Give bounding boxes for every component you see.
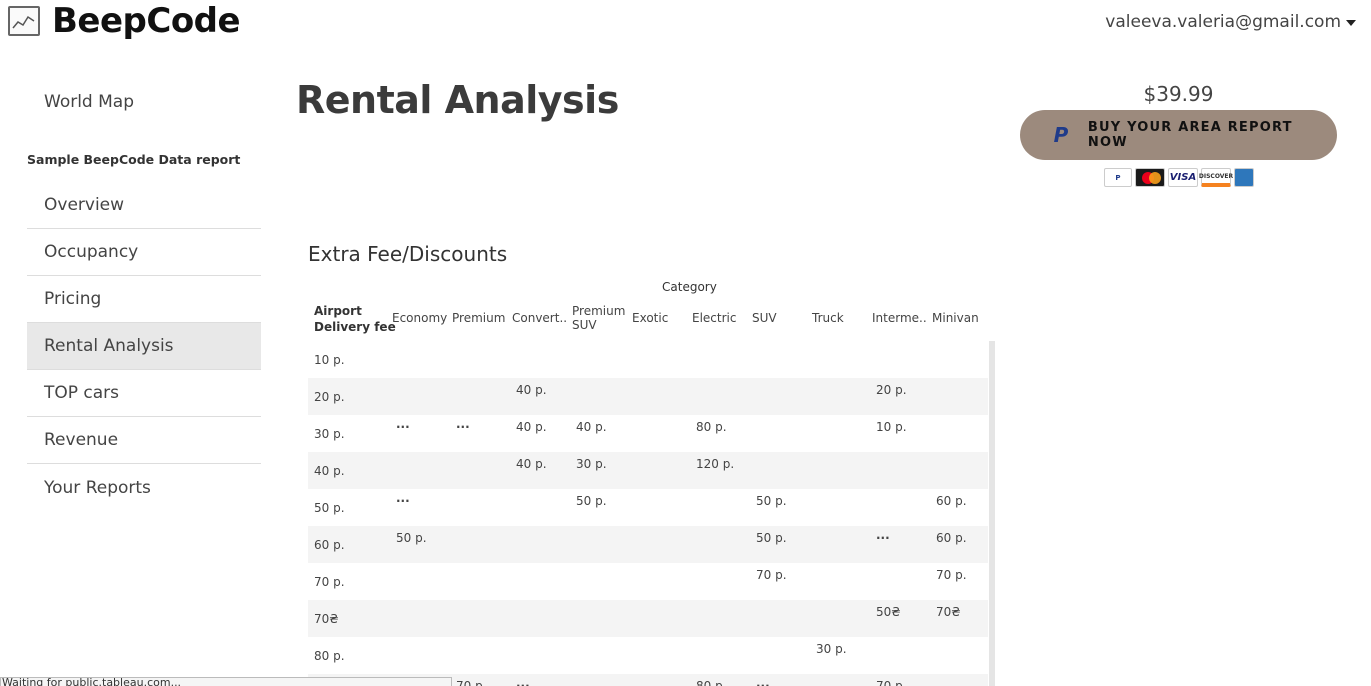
table-cell[interactable]: 50₴ (876, 605, 901, 619)
row-label: 30 p. (314, 427, 345, 441)
table-cell[interactable]: 60 p. (936, 531, 967, 545)
table-cell[interactable]: 70 p. (756, 568, 787, 582)
sidebar-nav: Overview Occupancy Pricing Rental Analys… (27, 182, 261, 511)
crosstab-table[interactable]: 10 p. 20 p. 40 p. 20 p. 30 p....... 40 p. 40 p… (308, 341, 988, 686)
table-cell[interactable]: ... (876, 528, 890, 542)
column-group-label: Category (662, 280, 717, 294)
brand-logo[interactable]: BeepCode (8, 1, 241, 41)
table-cell[interactable]: 70 p. (456, 679, 487, 686)
column-header: Truck (812, 311, 844, 325)
table-row: 40 p. 40 p. 30 p. 120 p. (308, 452, 988, 489)
table-cell[interactable]: 50 p. (756, 494, 787, 508)
column-header: Electric (692, 311, 737, 325)
table-cell[interactable]: 60 p. (936, 494, 967, 508)
row-label: 40 p. (314, 464, 345, 478)
row-label: 70 p. (314, 575, 345, 589)
table-cell[interactable]: 40 p. (516, 383, 547, 397)
user-menu[interactable]: valeeva.valeria@gmail.com (1105, 12, 1356, 32)
table-cell[interactable]: 10 p. (876, 420, 907, 434)
table-cell[interactable]: ... (516, 676, 530, 686)
row-label: 60 p. (314, 538, 345, 552)
column-header: Exotic (632, 311, 669, 325)
brand-name: BeepCode (52, 1, 241, 41)
table-row: 60 p. 50 p. 50 p.... 60 p. (308, 526, 988, 563)
row-header: Airport Delivery fee (314, 303, 396, 335)
row-label: 10 p. (314, 353, 345, 367)
table-cell[interactable]: 30 p. (576, 457, 607, 471)
sidebar-item-revenue[interactable]: Revenue (27, 417, 261, 464)
chart-icon (8, 6, 40, 36)
table-cell[interactable]: 70 p. (876, 679, 907, 686)
table-cell[interactable]: 80 p. (696, 420, 727, 434)
table-cell[interactable]: 70₴ (936, 605, 961, 619)
page-title: Rental Analysis (296, 78, 619, 122)
paypal-card-icon: P (1104, 168, 1132, 187)
report-price: $39.99 (1143, 82, 1214, 106)
sidebar-item-occupancy[interactable]: Occupancy (27, 229, 261, 276)
table-cell[interactable]: 120 p. (696, 457, 734, 471)
column-header: Premium (452, 311, 506, 325)
table-row: 70 p. 70 p. 70 p. (308, 563, 988, 600)
visa-icon: VISA (1168, 168, 1198, 187)
column-header: Economy (392, 311, 448, 325)
table-row: 50 p.... 50 p. 50 p. 60 p. (308, 489, 988, 526)
nav-world-map[interactable]: World Map (44, 92, 134, 112)
row-label: 50 p. (314, 501, 345, 515)
table-row: 70₴ 50₴ 70₴ (308, 600, 988, 637)
row-label: 80 p. (314, 649, 345, 663)
vertical-scrollbar[interactable] (989, 341, 995, 686)
table-cell[interactable]: 40 p. (576, 420, 607, 434)
table-cell[interactable]: ... (456, 417, 470, 431)
column-header: Convert.. (512, 311, 568, 325)
payment-cards: P VISA DISCOVER (1104, 168, 1254, 187)
sidebar-item-pricing[interactable]: Pricing (27, 276, 261, 323)
table-row: 30 p....... 40 p. 40 p. 80 p. 10 p. (308, 415, 988, 452)
table-row: 80 p. 30 p. (308, 637, 988, 674)
sidebar-item-overview[interactable]: Overview (27, 182, 261, 229)
status-bar: Waiting for public.tableau.com... (0, 677, 452, 686)
sidebar-item-your-reports[interactable]: Your Reports (27, 464, 261, 511)
table-cell[interactable]: 80 p. (696, 679, 727, 686)
mastercard-icon (1135, 168, 1165, 187)
table-row: 20 p. 40 p. 20 p. (308, 378, 988, 415)
amex-icon (1234, 168, 1254, 187)
chevron-down-icon (1346, 20, 1356, 26)
column-header: Interme.. (872, 311, 927, 325)
table-cell[interactable]: 30 p. (816, 642, 847, 656)
table-cell[interactable]: 70 p. (936, 568, 967, 582)
sidebar-item-top-cars[interactable]: TOP cars (27, 370, 261, 417)
table-cell[interactable]: 50 p. (396, 531, 427, 545)
sidebar-section-title: Sample BeepCode Data report (27, 152, 241, 167)
column-header: Premium SUV (572, 304, 626, 332)
row-header-line: Delivery fee (314, 320, 396, 334)
discover-icon: DISCOVER (1199, 168, 1233, 187)
row-label: 70₴ (314, 612, 339, 626)
user-email: valeeva.valeria@gmail.com (1105, 12, 1341, 32)
buy-report-button[interactable]: P BUY YOUR AREA REPORT NOW (1020, 110, 1337, 160)
buy-button-label: BUY YOUR AREA REPORT NOW (1087, 120, 1293, 150)
table-row: 10 p. (308, 341, 988, 378)
table-cell[interactable]: 50 p. (756, 531, 787, 545)
row-header-line: Airport (314, 304, 362, 318)
table-cell[interactable]: ... (396, 417, 410, 431)
paypal-icon: P (1053, 123, 1069, 147)
table-cell[interactable]: ... (396, 491, 410, 505)
table-cell[interactable]: 20 p. (876, 383, 907, 397)
column-header: Minivan (932, 311, 979, 325)
row-label: 20 p. (314, 390, 345, 404)
table-cell[interactable]: ... (756, 676, 770, 686)
table-cell[interactable]: 40 p. (516, 420, 547, 434)
sidebar-item-rental-analysis[interactable]: Rental Analysis (27, 323, 261, 370)
table-cell[interactable]: 40 p. (516, 457, 547, 471)
viz-title: Extra Fee/Discounts (308, 242, 508, 266)
table-cell[interactable]: 50 p. (576, 494, 607, 508)
column-header: SUV (752, 311, 777, 325)
